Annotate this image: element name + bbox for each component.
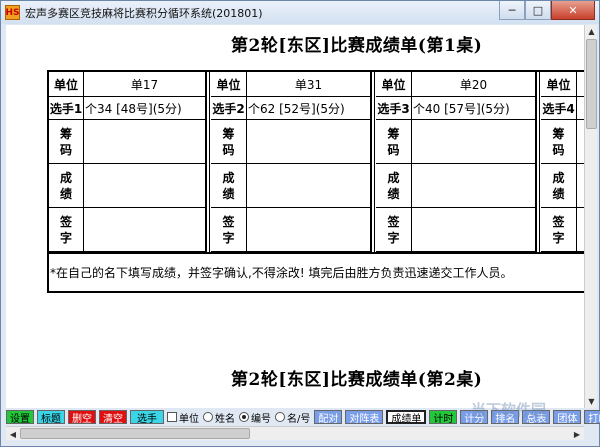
block-divider xyxy=(536,72,540,252)
window-controls: ─ □ ✕ xyxy=(499,1,595,20)
scroll-down-icon[interactable]: ▼ xyxy=(585,395,598,408)
scroll-up-icon[interactable]: ▲ xyxy=(585,25,598,38)
checkbox-icon[interactable] xyxy=(167,412,177,422)
unit-label: 单位 xyxy=(49,72,84,97)
team-button[interactable]: 团体 xyxy=(553,410,582,425)
number-radio[interactable]: 编号 xyxy=(239,410,271,425)
score-entry[interactable] xyxy=(247,164,371,208)
sign-entry[interactable] xyxy=(84,208,206,252)
title-bar: HS 宏声多赛区竞技麻将比赛积分循环系统(201801) ─ □ ✕ xyxy=(1,1,599,24)
score-label: 成绩 xyxy=(49,164,84,208)
unit-value: 单31 xyxy=(247,72,371,97)
name-radio-label: 姓名 xyxy=(215,413,235,425)
maximize-button[interactable]: □ xyxy=(525,1,551,20)
chips-label: 筹码 xyxy=(49,120,84,164)
unit-value: 单17 xyxy=(84,72,206,97)
sign-entry[interactable] xyxy=(247,208,371,252)
number-radio-label: 编号 xyxy=(251,413,271,425)
sign-label: 签字 xyxy=(49,208,84,252)
sheet-title-table-1: 第2轮[东区]比赛成绩单(第1桌) xyxy=(231,36,483,56)
vertical-scroll-thumb[interactable] xyxy=(586,39,597,129)
chips-label: 筹码 xyxy=(541,120,577,164)
score-entry[interactable] xyxy=(84,164,206,208)
report-canvas: 第2轮[东区]比赛成绩单(第1桌) 单位 单17 选手1 个34 [48号](5… xyxy=(6,25,584,408)
radio-icon[interactable] xyxy=(275,412,285,422)
close-button[interactable]: ✕ xyxy=(551,1,595,20)
horizontal-scroll-thumb[interactable] xyxy=(20,428,250,439)
sign-entry[interactable] xyxy=(412,208,536,252)
vertical-scrollbar[interactable]: ▲ ▼ xyxy=(584,25,597,408)
score-sheet-button[interactable]: 成绩单 xyxy=(386,410,427,425)
heading-button[interactable]: 标题 xyxy=(37,410,65,425)
chips-entry[interactable] xyxy=(577,120,584,164)
player-value: 个34 [48号](5分) xyxy=(84,97,206,120)
player-value: 个40 [57号](5分) xyxy=(412,97,536,120)
player-block-2: 单位 单31 选手2 个62 [52号](5分) 筹码 成绩 签字 xyxy=(211,72,371,252)
name-number-radio-label: 名/号 xyxy=(287,413,311,425)
chips-entry[interactable] xyxy=(412,120,536,164)
window-title: 宏声多赛区竞技麻将比赛积分循环系统(201801) xyxy=(25,6,263,20)
score-label: 成绩 xyxy=(541,164,577,208)
player-label: 选手2 xyxy=(211,97,247,120)
chips-label: 筹码 xyxy=(211,120,247,164)
chips-label: 筹码 xyxy=(376,120,412,164)
chips-entry[interactable] xyxy=(84,120,206,164)
sign-label: 签字 xyxy=(376,208,412,252)
pairing-button[interactable]: 配对 xyxy=(314,410,343,425)
sign-label: 签字 xyxy=(211,208,247,252)
chips-entry[interactable] xyxy=(247,120,371,164)
radio-icon[interactable] xyxy=(203,412,213,422)
score-entry[interactable] xyxy=(412,164,536,208)
score-label: 成绩 xyxy=(376,164,412,208)
settings-button[interactable]: 设置 xyxy=(6,410,34,425)
score-label: 成绩 xyxy=(211,164,247,208)
block-divider xyxy=(371,72,375,252)
print-button[interactable]: 打印 xyxy=(584,410,600,425)
player-block-1: 单位 单17 选手1 个34 [48号](5分) 筹码 成绩 签字 xyxy=(49,72,206,252)
unit-checkbox-label: 单位 xyxy=(179,413,199,425)
sign-entry[interactable] xyxy=(577,208,584,252)
instruction-note: *在自己的名下填写成绩，并签字确认,不得涂改! 填完后由胜方负责迅速递交工作人员… xyxy=(49,252,584,293)
minimize-button[interactable]: ─ xyxy=(499,1,525,20)
clear-button[interactable]: 清空 xyxy=(99,410,127,425)
timer-button[interactable]: 计时 xyxy=(429,410,458,425)
player-label: 选手1 xyxy=(49,97,84,120)
player-label: 选手4 xyxy=(541,97,577,120)
player-value xyxy=(577,97,584,120)
matchup-table-button[interactable]: 对阵表 xyxy=(345,410,384,425)
unit-label: 单位 xyxy=(211,72,247,97)
player-block-3: 单位 单20 选手3 个40 [57号](5分) 筹码 成绩 签字 xyxy=(376,72,536,252)
unit-label: 单位 xyxy=(541,72,577,97)
block-divider xyxy=(206,72,210,252)
player-value: 个62 [52号](5分) xyxy=(247,97,371,120)
sign-label: 签字 xyxy=(541,208,577,252)
app-window: HS 宏声多赛区竞技麻将比赛积分循环系统(201801) ─ □ ✕ 第2轮[东… xyxy=(0,0,600,447)
app-logo-icon: HS xyxy=(5,5,20,20)
delete-empty-button[interactable]: 删空 xyxy=(68,410,96,425)
horizontal-scrollbar[interactable]: ◀ ▶ xyxy=(6,426,584,440)
scroll-right-icon[interactable]: ▶ xyxy=(570,427,584,441)
unit-checkbox[interactable]: 单位 xyxy=(167,410,199,425)
unit-label: 单位 xyxy=(376,72,412,97)
players-button[interactable]: 选手 xyxy=(130,410,164,425)
unit-value: 单20 xyxy=(412,72,536,97)
name-radio[interactable]: 姓名 xyxy=(203,410,235,425)
sheet-title-table-2: 第2轮[东区]比赛成绩单(第2桌) xyxy=(231,370,483,390)
player-block-4: 单位 选手4 筹码 成绩 签字 xyxy=(541,72,584,252)
scroll-left-icon[interactable]: ◀ xyxy=(6,427,20,441)
name-number-radio[interactable]: 名/号 xyxy=(275,410,310,425)
radio-selected-icon[interactable] xyxy=(239,412,249,422)
watermark: 当下软件园 xyxy=(471,401,547,419)
player-label: 选手3 xyxy=(376,97,412,120)
score-entry[interactable] xyxy=(577,164,584,208)
score-sheet-table-1: 单位 单17 选手1 个34 [48号](5分) 筹码 成绩 签字 单位 单31… xyxy=(47,70,584,293)
unit-value xyxy=(577,72,584,97)
